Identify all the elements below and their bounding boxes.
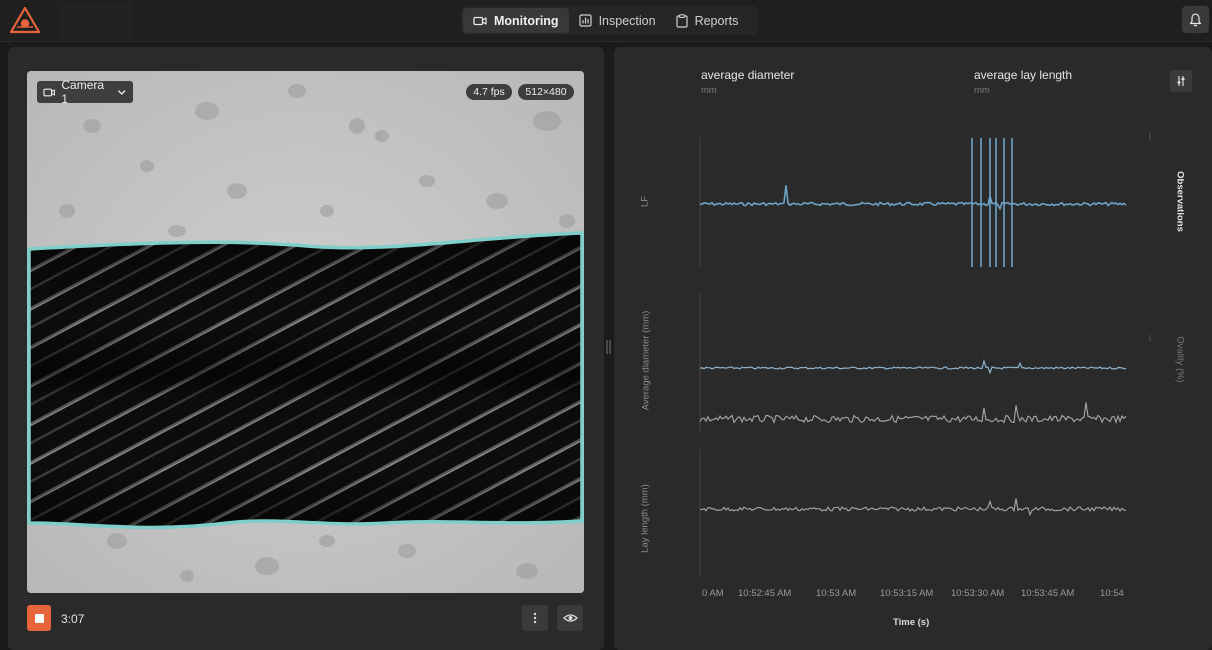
x-axis-title: Time (s) [893,617,930,628]
tab-observations[interactable]: Observations [1175,162,1186,242]
x-tick-label: 10:53:45 AM [1021,588,1075,599]
x-tick-label: 10:53:15 AM [880,588,934,599]
chart-lf-axis-label: LF [639,195,651,208]
x-tick-label: 10:54 [1100,588,1124,599]
x-tick-label: 10:53:30 AM [951,588,1005,599]
chart-ovality-axis-label: Ovality (%) [1174,336,1186,383]
x-tick-label: 10:52:45 AM [738,588,792,599]
x-tick-label: 10:53 AM [816,588,857,599]
chart-lay-length-axis-label: Lay length (mm) [639,484,651,553]
chart-average-diameter-axis-label: Average diameter (mm) [640,310,652,411]
time-series-charts[interactable] [0,0,1212,650]
x-tick-label: 0 AM [702,588,724,599]
